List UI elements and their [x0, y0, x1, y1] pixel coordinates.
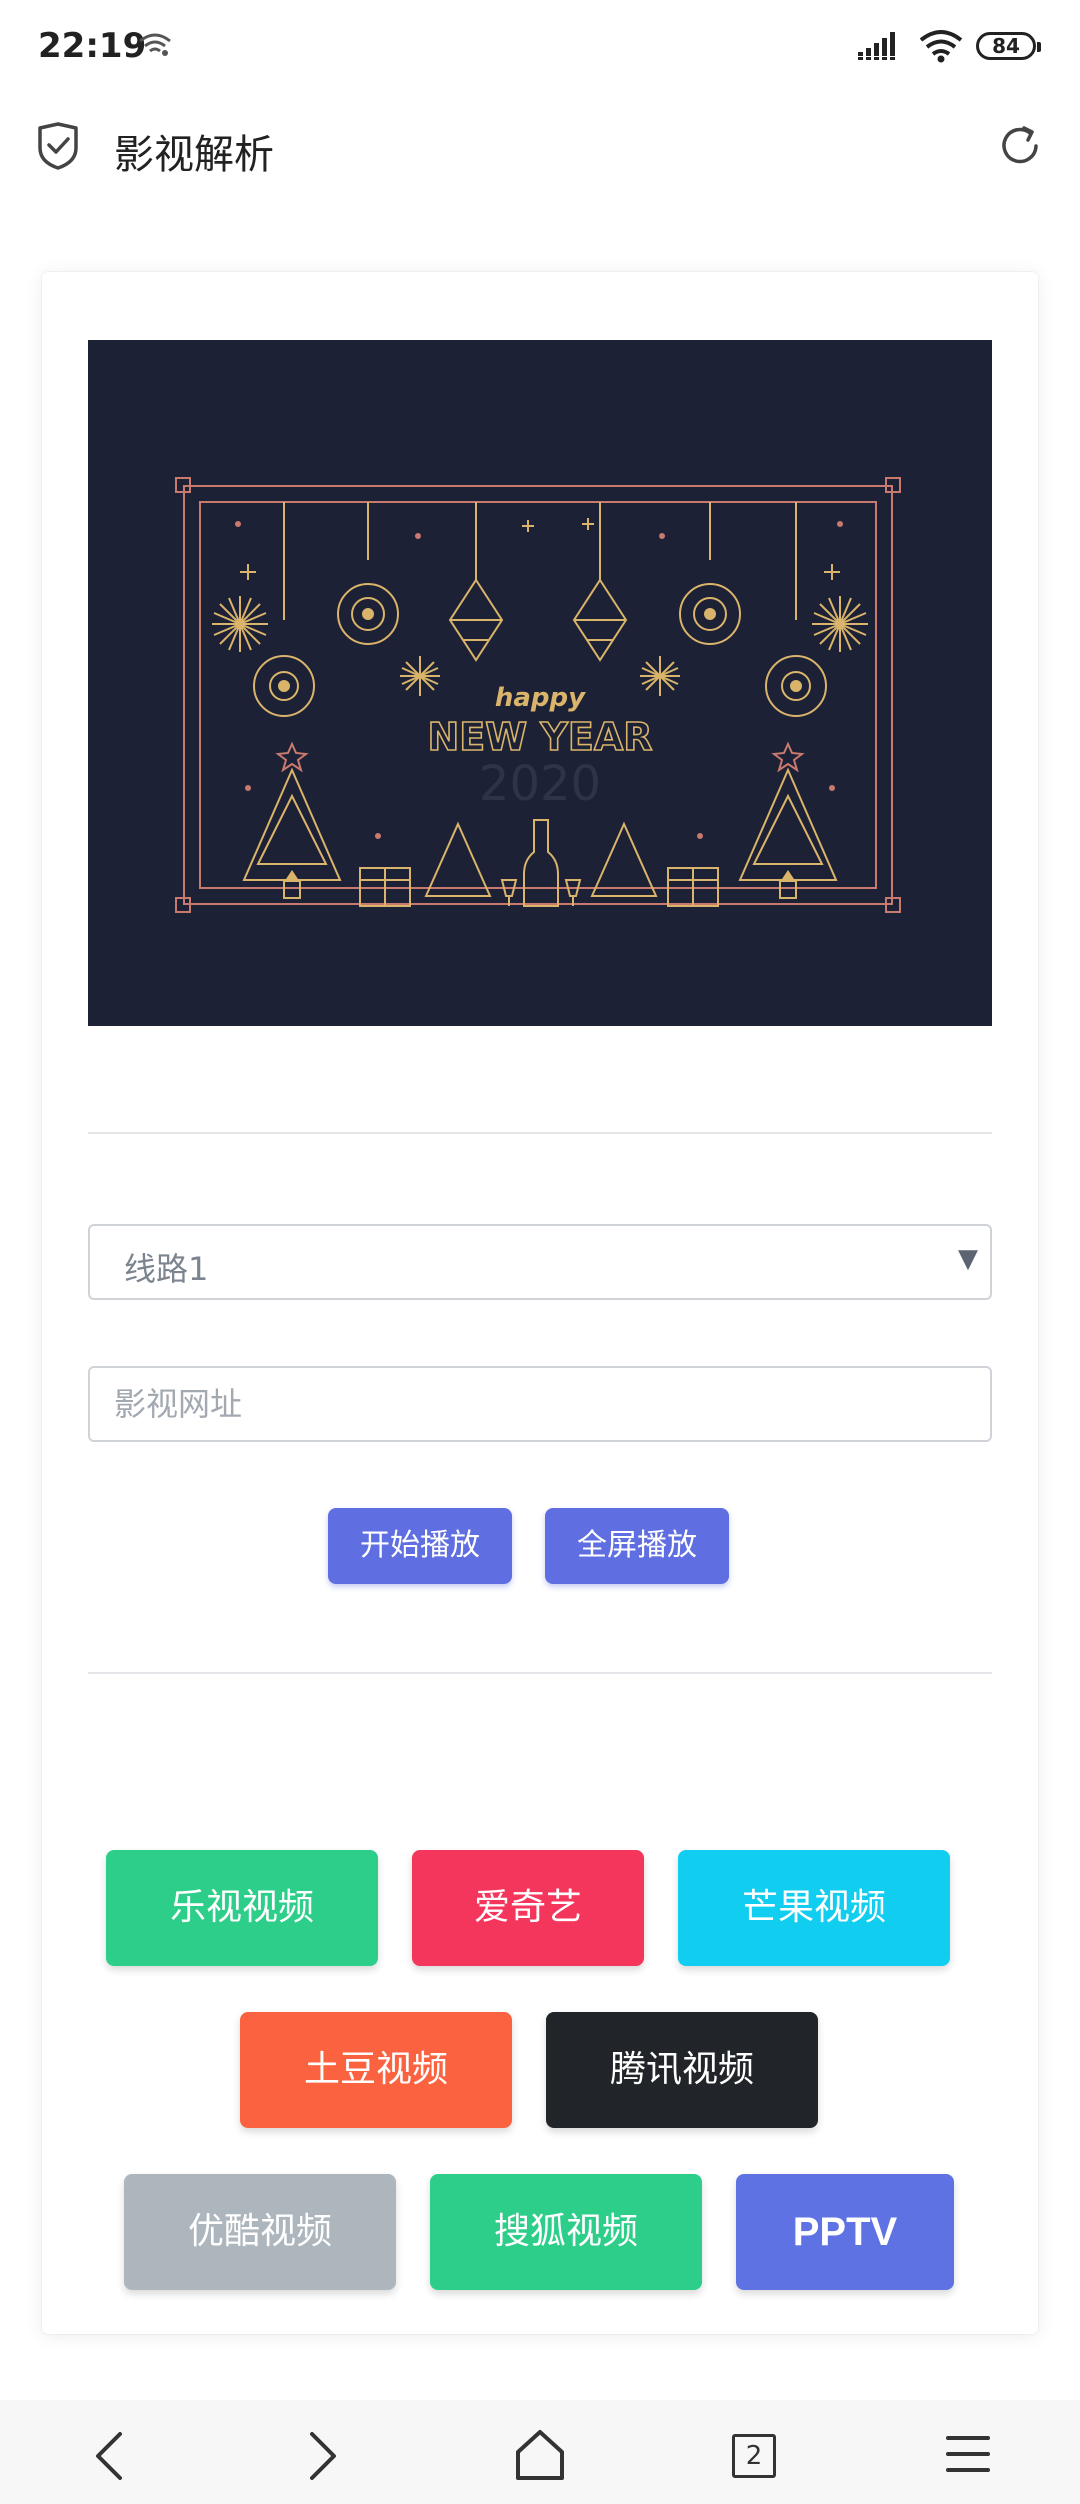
divider-bottom: [88, 1672, 992, 1674]
status-bar: 22:19 84: [0, 0, 1080, 96]
battery-icon: 84: [976, 32, 1041, 60]
sohu-button[interactable]: 搜狐视频: [430, 2174, 702, 2290]
banner-image: happy NEW YEAR 2020: [88, 340, 992, 1026]
app-bar: 影视解析: [0, 96, 1080, 200]
tencent-button[interactable]: 腾讯视频: [546, 2012, 818, 2128]
refresh-icon[interactable]: [996, 122, 1044, 170]
back-icon[interactable]: [90, 2430, 130, 2482]
wifi-small-icon: [139, 33, 171, 56]
banner-new-year-text: NEW YEAR: [427, 715, 652, 759]
menu-icon[interactable]: [946, 2432, 990, 2476]
start-play-button[interactable]: 开始播放: [328, 1508, 512, 1584]
tudou-button[interactable]: 土豆视频: [240, 2012, 512, 2128]
route-select[interactable]: 线路1 ▼: [88, 1224, 992, 1300]
banner-happy-text: happy: [495, 683, 586, 713]
chevron-down-icon: ▼: [958, 1244, 978, 1274]
mango-button[interactable]: 芒果视频: [678, 1850, 950, 1966]
page-title: 影视解析: [114, 132, 274, 178]
wifi-icon: [919, 30, 963, 63]
signal-icon: [858, 32, 895, 60]
youku-button[interactable]: 优酷视频: [124, 2174, 396, 2290]
fullscreen-play-button[interactable]: 全屏播放: [545, 1508, 729, 1584]
route-select-value: 线路1: [124, 1250, 209, 1288]
new-year-illustration: happy NEW YEAR 2020: [175, 477, 901, 913]
banner-year-text: 2020: [479, 756, 601, 812]
iqiyi-button[interactable]: 爱奇艺: [412, 1850, 644, 1966]
tabs-icon[interactable]: 2: [732, 2434, 776, 2478]
status-time: 22:19: [38, 26, 147, 66]
letv-button[interactable]: 乐视视频: [106, 1850, 378, 1966]
forward-icon[interactable]: [302, 2430, 342, 2482]
home-icon[interactable]: [514, 2428, 566, 2482]
divider-top: [88, 1132, 992, 1134]
pptv-button[interactable]: PPTV: [736, 2174, 954, 2290]
shield-check-icon[interactable]: [36, 122, 80, 170]
video-url-input[interactable]: [88, 1366, 992, 1442]
